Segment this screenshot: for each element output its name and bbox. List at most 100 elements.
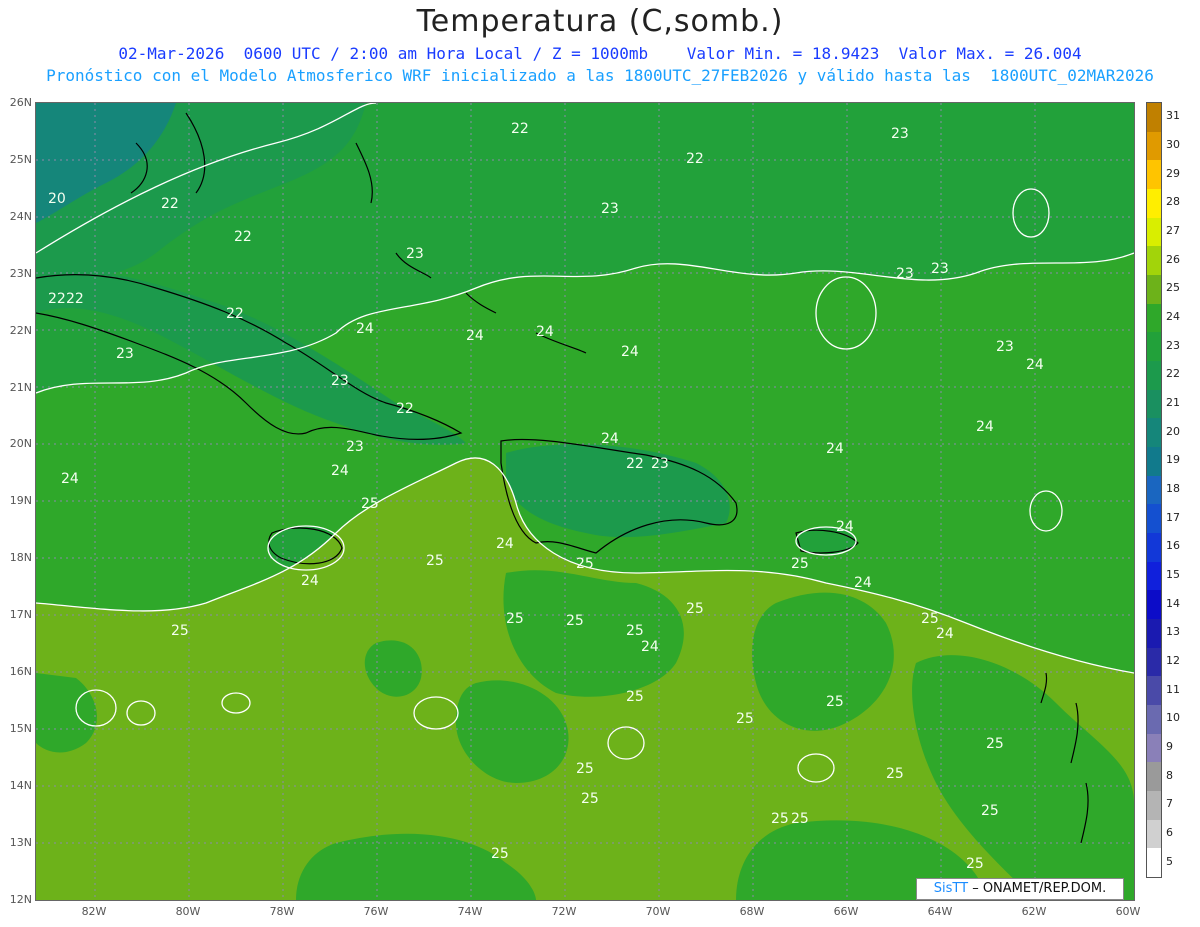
colorbar-swatch bbox=[1147, 819, 1161, 849]
latitude-label: 18N bbox=[9, 551, 32, 565]
colorbar-swatch bbox=[1147, 103, 1161, 133]
longitude-label: 82W bbox=[81, 905, 107, 918]
colorbar-label: 8 bbox=[1166, 768, 1173, 782]
colorbar-label: 25 bbox=[1166, 281, 1180, 295]
colorbar-label: 16 bbox=[1166, 539, 1180, 553]
latitude-label: 26N bbox=[9, 96, 32, 109]
longitude-label: 72W bbox=[551, 905, 577, 918]
contour-label: 25 bbox=[576, 556, 594, 572]
map-subtitle-valid-time: 02-Mar-2026 0600 UTC / 2:00 am Hora Loca… bbox=[118, 44, 1082, 63]
contour-label: 25 bbox=[566, 613, 584, 629]
latitude-label: 20N bbox=[9, 437, 32, 451]
colorbar-label: 22 bbox=[1166, 367, 1180, 381]
colorbar-label: 11 bbox=[1166, 682, 1180, 696]
contour-label: 25 bbox=[576, 761, 594, 777]
longitude-label: 60W bbox=[1115, 905, 1141, 918]
colorbar-swatch bbox=[1147, 475, 1161, 505]
contour-label: 20 bbox=[48, 191, 66, 207]
contour-label: 23 bbox=[891, 126, 909, 142]
colorbar-label: 29 bbox=[1166, 166, 1180, 180]
contour-label: 22 bbox=[226, 306, 244, 322]
colorbar-swatch bbox=[1147, 303, 1161, 333]
contour-label: 25 bbox=[791, 811, 809, 827]
contour-label: 25 bbox=[736, 711, 754, 727]
colorbar-swatch bbox=[1147, 705, 1161, 735]
longitude-label: 68W bbox=[739, 905, 765, 918]
colorbar-swatch bbox=[1147, 275, 1161, 305]
longitude-label: 70W bbox=[645, 905, 671, 918]
contour-label: 24 bbox=[826, 441, 844, 457]
contour-label: 23 bbox=[601, 201, 619, 217]
colorbar-swatch bbox=[1147, 160, 1161, 190]
contour-label: 23 bbox=[331, 373, 349, 389]
colorbar-swatch bbox=[1147, 189, 1161, 219]
credit-box: SisTT – ONAMET/REP.DOM. bbox=[916, 878, 1124, 900]
colorbar-label: 21 bbox=[1166, 396, 1180, 409]
colorbar-swatch bbox=[1147, 619, 1161, 649]
contour-label: 24 bbox=[356, 321, 374, 337]
longitude-label: 78W bbox=[269, 905, 295, 918]
colorbar-label: 12 bbox=[1166, 654, 1180, 667]
latitude-label: 13N bbox=[9, 835, 32, 849]
colorbar-swatch bbox=[1147, 389, 1161, 419]
contour-label: 25 bbox=[491, 846, 509, 862]
contour-label: 25 bbox=[171, 623, 189, 639]
latitude-label: 16N bbox=[9, 665, 32, 678]
contour-label: 23 bbox=[931, 261, 949, 277]
colorbar-label: 14 bbox=[1166, 596, 1180, 610]
colorbar-label: 9 bbox=[1166, 740, 1173, 753]
latitude-label: 21N bbox=[9, 380, 32, 394]
colorbar-label: 15 bbox=[1166, 568, 1180, 581]
contour-label: 25 bbox=[626, 623, 644, 639]
contour-label: 25 bbox=[581, 791, 599, 807]
colorbar-label: 28 bbox=[1166, 195, 1180, 209]
colorbar-label: 26 bbox=[1166, 252, 1180, 266]
colorbar-swatch bbox=[1147, 131, 1161, 161]
contour-label: 24 bbox=[836, 519, 854, 535]
contour-label: 24 bbox=[466, 328, 484, 344]
contour-label: 25 bbox=[886, 766, 904, 782]
contour-label: 23 bbox=[406, 246, 424, 262]
contour-label: 24 bbox=[496, 536, 514, 552]
contour-label: 22 bbox=[511, 121, 529, 137]
contour-label: 22 bbox=[48, 291, 66, 307]
colorbar-label: 18 bbox=[1166, 482, 1180, 495]
contour-label: 22 bbox=[66, 291, 84, 307]
colorbar-swatch bbox=[1147, 791, 1161, 821]
contour-label: 24 bbox=[1026, 357, 1044, 373]
contour-label: 25 bbox=[826, 694, 844, 710]
map-title: Temperatura (C,somb.) bbox=[416, 4, 784, 39]
colorbar-swatch bbox=[1147, 447, 1161, 477]
latitude-label: 19N bbox=[9, 494, 32, 508]
colorbar-swatch bbox=[1147, 332, 1161, 362]
latitude-label: 25N bbox=[9, 152, 32, 166]
contour-label: 24 bbox=[331, 463, 349, 479]
contour-label: 25 bbox=[506, 611, 524, 627]
contour-label: 24 bbox=[621, 344, 639, 360]
latitude-label: 17N bbox=[9, 608, 32, 622]
contour-label: 24 bbox=[854, 575, 872, 591]
colorbar-label: 19 bbox=[1166, 453, 1180, 467]
colorbar-label: 20 bbox=[1166, 424, 1180, 438]
contour-label: 24 bbox=[976, 419, 994, 435]
latitude-label: 14N bbox=[9, 778, 32, 792]
map-canvas: 20 22222222222222222223232323232323232323… bbox=[36, 103, 1134, 900]
colorbar-label: 23 bbox=[1166, 338, 1180, 352]
contour-label: 25 bbox=[921, 611, 939, 627]
contour-label: 25 bbox=[771, 811, 789, 827]
contour-label: 24 bbox=[61, 471, 79, 487]
latitude-label: 22N bbox=[9, 323, 32, 337]
colorbar-swatch bbox=[1147, 733, 1161, 763]
contour-label: 23 bbox=[996, 339, 1014, 355]
colorbar-swatch bbox=[1147, 647, 1161, 677]
contour-label: 25 bbox=[361, 496, 379, 512]
contour-label: 22 bbox=[396, 401, 414, 417]
colorbar-label: 7 bbox=[1166, 797, 1173, 811]
contour-label: 22 bbox=[234, 229, 252, 245]
map-subtitle-model-info: Pronóstico con el Modelo Atmosferico WRF… bbox=[46, 66, 1154, 85]
contour-label: 24 bbox=[936, 626, 954, 642]
colorbar-swatch bbox=[1147, 361, 1161, 391]
latitude-label: 24N bbox=[9, 209, 32, 223]
temperature-map[interactable]: 20 22 22 22 22 22 22 22 22 22 23 23 23 23 23 23 23 23 23 23… bbox=[35, 102, 1135, 901]
colorbar-swatch bbox=[1147, 418, 1161, 448]
